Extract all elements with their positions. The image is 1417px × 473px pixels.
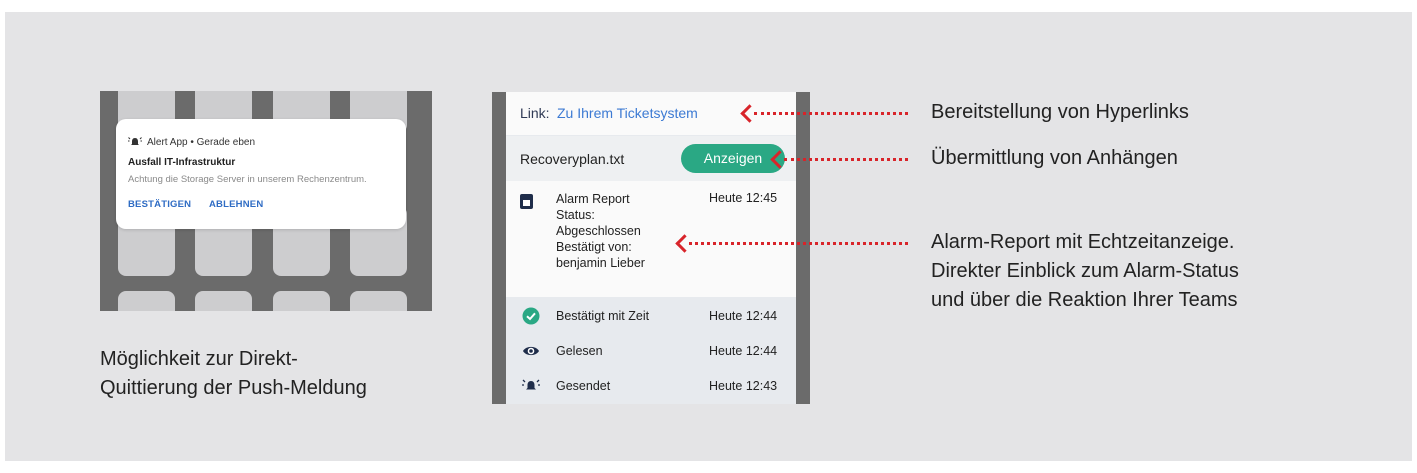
phone-app-frame: Link: Zu Ihrem Ticketsystem Recoveryplan… xyxy=(492,92,810,404)
report-text: Alarm Report Status: Abgeschlossen Bestä… xyxy=(556,191,676,271)
alarm-bell-icon xyxy=(522,379,540,390)
report-icon xyxy=(520,194,533,209)
status-label: Gesendet xyxy=(556,379,611,393)
link-label: Link: xyxy=(520,105,550,121)
status-row-read: Gelesen Heute 12:44 xyxy=(506,334,796,368)
annotation-dotted-line xyxy=(754,112,908,115)
app-tile xyxy=(350,291,407,311)
app-tile xyxy=(273,291,330,311)
annotation-line: Alarm-Report mit Echtzeitanzeige. xyxy=(931,231,1235,253)
annotation-report: Alarm-Report mit Echtzeitanzeige. Direkt… xyxy=(931,228,1239,315)
confirm-button[interactable]: BESTÄTIGEN xyxy=(128,199,191,210)
notification-header: Alert App • Gerade eben xyxy=(128,136,255,148)
notification-message: Achtung die Storage Server in unserem Re… xyxy=(128,174,367,185)
annotation-hyperlinks: Bereitstellung von Hyperlinks xyxy=(931,101,1189,123)
eye-icon xyxy=(523,346,539,356)
attachment-name: Recoveryplan.txt xyxy=(520,151,625,167)
status-label: Gelesen xyxy=(556,344,603,358)
status-label: Bestätigt mit Zeit xyxy=(556,309,650,323)
decline-button[interactable]: ABLEHNEN xyxy=(209,199,263,210)
status-time: Heute 12:44 xyxy=(709,344,778,358)
attachment-row: Recoveryplan.txt Anzeigen xyxy=(506,136,796,181)
report-time: Heute 12:45 xyxy=(709,191,778,205)
caption-line: Quittierung der Push-Meldung xyxy=(100,377,367,399)
status-row-confirmed: Bestätigt mit Zeit Heute 12:44 xyxy=(506,299,796,333)
app-screen: Link: Zu Ihrem Ticketsystem Recoveryplan… xyxy=(506,92,796,404)
alarm-report: Alarm Report Status: Abgeschlossen Bestä… xyxy=(506,181,796,297)
alarm-bell-icon xyxy=(128,137,142,145)
notification-app-line: Alert App • Gerade eben xyxy=(147,136,256,148)
annotation-dotted-line xyxy=(689,242,908,245)
check-circle-icon xyxy=(522,307,540,325)
phone-home-screen: Alert App • Gerade eben Ausfall IT-Infra… xyxy=(100,91,432,311)
status-row-sent: Gesendet Heute 12:43 xyxy=(506,369,796,403)
push-notification[interactable]: Alert App • Gerade eben Ausfall IT-Infra… xyxy=(116,119,406,229)
annotation-line: Direkter Einblick zum Alarm-Status xyxy=(931,260,1239,282)
caption-line: Möglichkeit zur Direkt- xyxy=(100,348,298,370)
report-line: Status: xyxy=(556,208,595,222)
report-line: Bestätigt von: xyxy=(556,240,632,254)
report-line: Alarm Report xyxy=(556,192,630,206)
annotation-line: und über die Reaktion Ihrer Teams xyxy=(931,289,1238,311)
annotation-attachments: Übermittlung von Anhängen xyxy=(931,147,1178,169)
report-line: benjamin Lieber xyxy=(556,256,645,270)
annotation-dotted-line xyxy=(784,158,908,161)
status-time: Heute 12:43 xyxy=(709,379,778,393)
report-line: Abgeschlossen xyxy=(556,224,641,238)
app-tile xyxy=(118,291,175,311)
status-time: Heute 12:44 xyxy=(709,309,778,323)
notification-caption: Möglichkeit zur Direkt- Quittierung der … xyxy=(100,345,460,403)
ticket-system-link[interactable]: Zu Ihrem Ticketsystem xyxy=(557,105,698,121)
app-tile xyxy=(195,291,252,311)
notification-title: Ausfall IT-Infrastruktur xyxy=(128,157,236,168)
